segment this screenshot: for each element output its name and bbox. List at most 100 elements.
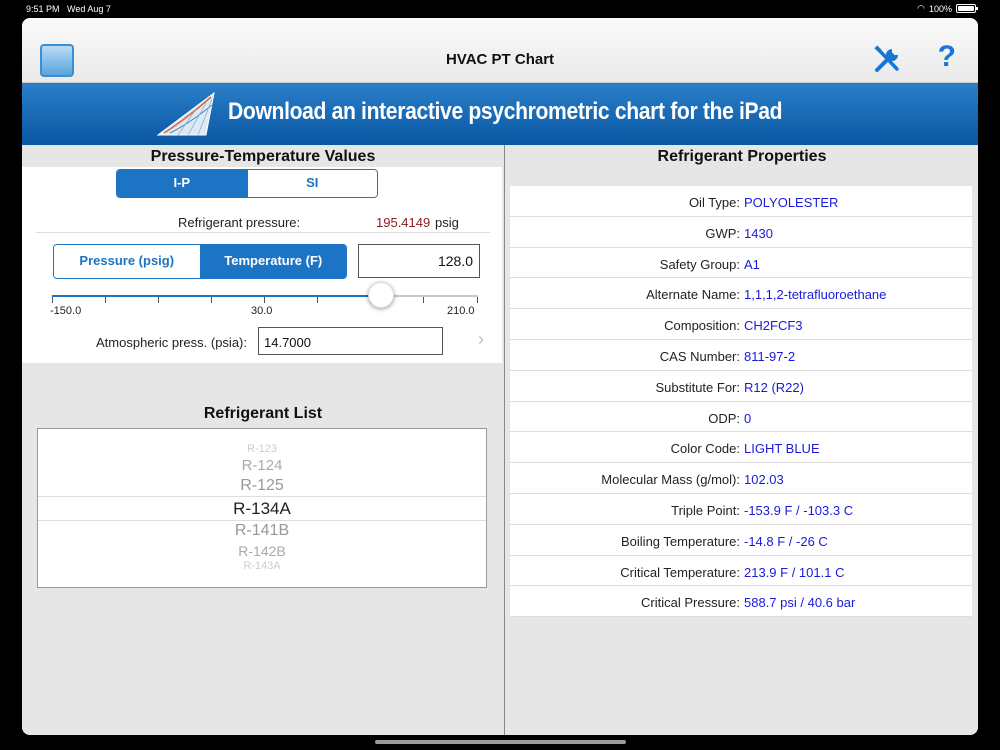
property-value: 811-97-2 [744, 348, 796, 364]
property-label: Critical Temperature: [620, 564, 740, 580]
property-row: Triple Point: -153.9 F / -103.3 C [510, 493, 972, 525]
atm-pressure-label: Atmospheric press. (psia): [96, 335, 247, 350]
slider-tick [317, 297, 318, 303]
property-row: Oil Type: POLYOLESTER [510, 186, 972, 217]
picker-item[interactable]: R-124 [38, 457, 486, 474]
chevron-right-icon[interactable]: › [478, 329, 484, 350]
property-label: Molecular Mass (g/mol): [601, 472, 740, 488]
property-row: Critical Temperature: 213.9 F / 101.1 C [510, 555, 972, 587]
slider-tick [105, 297, 106, 303]
property-value: 213.9 F / 101.1 C [744, 564, 845, 580]
property-value: LIGHT BLUE [744, 441, 820, 457]
picker-item[interactable]: R-141B [38, 522, 486, 540]
psychrometric-chart-icon [156, 91, 215, 136]
picker-item[interactable]: R-143A [38, 560, 486, 572]
pressure-label: Refrigerant pressure: [178, 215, 301, 230]
slider-tick [158, 297, 159, 303]
wifi-icon: ◠ [917, 3, 925, 13]
property-label: Oil Type: [688, 195, 740, 210]
picker-item[interactable]: R-142B [38, 543, 486, 559]
property-label: Triple Point: [671, 502, 740, 518]
property-value: -14.8 F / -26 C [744, 533, 828, 549]
property-value: 1430 [744, 225, 773, 241]
tools-icon[interactable] [872, 45, 902, 75]
battery-status: ◠ 100% [917, 3, 978, 14]
property-label: Alternate Name: [646, 287, 740, 303]
property-label: Color Code: [670, 441, 740, 457]
pressure-readout: Refrigerant pressure: 195.4149 psig [36, 207, 490, 233]
left-panel: Pressure-Temperature Values I-P SI Refri… [22, 145, 505, 735]
temperature-input[interactable]: 128.0 [358, 244, 480, 278]
property-label: Critical Pressure: [641, 595, 740, 611]
property-value: 588.7 psi / 40.6 bar [744, 595, 856, 611]
property-row: Safety Group: A1 [510, 247, 972, 279]
property-value: POLYOLESTER [744, 195, 839, 210]
help-icon[interactable]: ? [938, 40, 956, 74]
props-section-title: Refrigerant Properties [657, 148, 827, 165]
nav-bar: HVAC PT Chart ? [22, 18, 978, 83]
unit-ip-button[interactable]: I-P [117, 170, 247, 197]
slider-min-label: -150.0 [50, 305, 82, 317]
pressure-value: 195.4149 [376, 215, 431, 230]
psychrometric-banner[interactable]: Download an interactive psychrometric ch… [22, 83, 978, 145]
slider-tick [264, 297, 265, 303]
slider-tick [52, 297, 53, 303]
status-bar: 9:51 PM Wed Aug 7 ◠ 100% [0, 0, 1000, 18]
slider-tick [423, 297, 424, 303]
property-value: 0 [744, 410, 752, 426]
temperature-slider-track[interactable] [52, 295, 478, 297]
mode-temperature-button[interactable]: Temperature (F) [199, 245, 346, 278]
battery-percent: 100% [928, 3, 952, 14]
property-label: Safety Group: [659, 256, 740, 272]
property-row: Composition: CH2FCF3 [510, 309, 972, 340]
slider-tick [211, 297, 212, 303]
property-row: GWP: 1430 [510, 216, 972, 248]
property-label: Composition: [664, 318, 740, 334]
right-panel: Refrigerant Properties Oil Type: POLYOLES… [506, 145, 978, 735]
app-window: HVAC PT Chart ? Download an interactive … [22, 18, 978, 735]
property-label: Substitute For: [655, 379, 740, 395]
pt-section-title: Pressure-Temperature Values [150, 148, 376, 165]
property-row: Alternate Name: 1,1,1,2-tetrafluoroethane [510, 278, 972, 310]
pressure-unit: psig [435, 215, 459, 230]
unit-segmented-control: I-P SI [116, 169, 378, 198]
temperature-slider-thumb[interactable] [367, 282, 394, 308]
banner-text: Download an interactive psychrometric ch… [228, 98, 783, 125]
property-row: Color Code: LIGHT BLUE [510, 432, 972, 464]
picker-item[interactable]: R-123 [38, 443, 486, 455]
property-label: GWP: [705, 225, 740, 241]
property-label: Boiling Temperature: [621, 533, 740, 549]
property-value: R12 (R22) [744, 379, 804, 395]
page-title: HVAC PT Chart [445, 51, 555, 68]
property-row: Boiling Temperature: -14.8 F / -26 C [510, 524, 972, 556]
slider-mid-label: 30.0 [251, 305, 273, 317]
pt-panel: I-P SI Refrigerant pressure: 195.4149 ps… [22, 167, 502, 363]
property-value: CH2FCF3 [744, 318, 803, 334]
refrigerant-picker[interactable]: R-123 R-124 R-125 R-134A R-141B R-142B R… [37, 428, 487, 588]
property-value: -153.9 F / -103.3 C [744, 502, 854, 518]
slider-tick [477, 297, 478, 303]
mode-pressure-button[interactable]: Pressure (psig) [54, 245, 200, 278]
picker-item[interactable]: R-125 [38, 477, 486, 495]
list-section-title: Refrigerant List [203, 405, 323, 422]
property-row: Substitute For: R12 (R22) [510, 370, 972, 402]
slider-max-label: 210.0 [447, 305, 475, 317]
properties-table: Oil Type: POLYOLESTER GWP: 1430 Safety Group… [510, 186, 972, 618]
home-indicator[interactable] [375, 740, 626, 744]
atm-pressure-input[interactable]: 14.7000 [258, 327, 443, 355]
unit-si-button[interactable]: SI [246, 170, 377, 197]
picker-item-selected[interactable]: R-134A [38, 499, 486, 519]
property-value: 1,1,1,2-tetrafluoroethane [744, 287, 887, 303]
property-value: 102.03 [744, 472, 784, 488]
property-label: CAS Number: [659, 348, 740, 364]
battery-icon [956, 4, 978, 13]
slider-fill [52, 295, 381, 297]
property-value: A1 [744, 256, 760, 272]
property-row: Molecular Mass (g/mol): 102.03 [510, 463, 972, 494]
mode-segmented-control: Pressure (psig) Temperature (F) [53, 244, 347, 279]
property-label: ODP: [708, 410, 740, 426]
property-row: CAS Number: 811-97-2 [510, 339, 972, 371]
status-time: 9:51 PM Wed Aug 7 [26, 4, 111, 14]
property-row: Critical Pressure: 588.7 psi / 40.6 bar [510, 586, 972, 618]
property-row: ODP: 0 [510, 401, 972, 433]
